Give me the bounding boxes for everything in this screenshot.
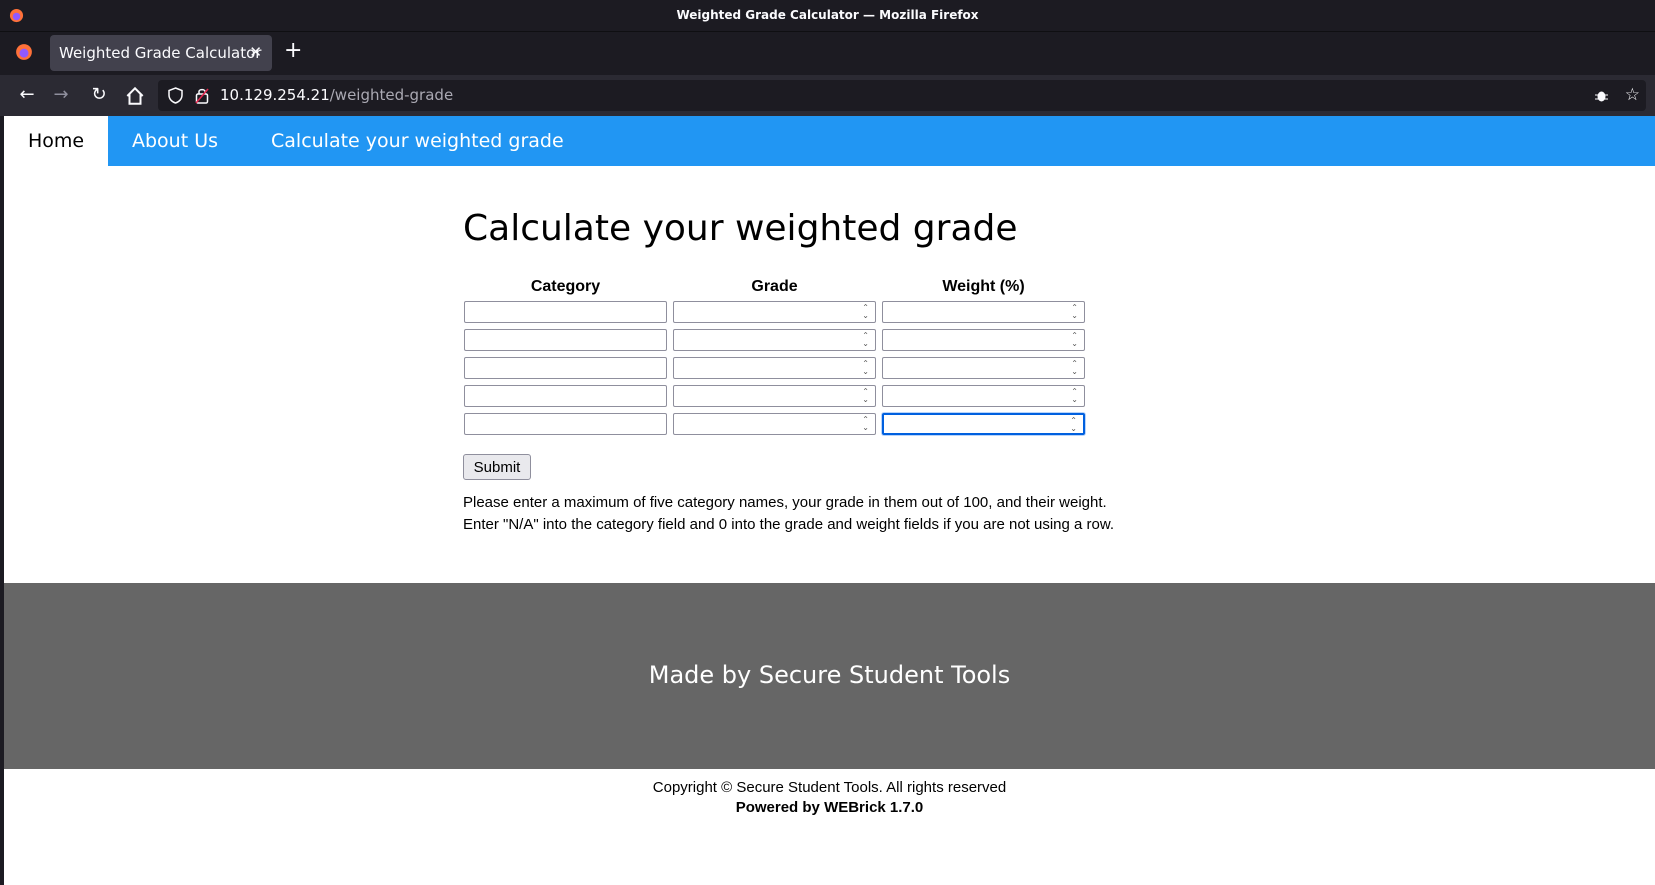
instructions-line-2: Enter "N/A" into the category field and … <box>463 516 1115 533</box>
nav-about-link[interactable]: About Us <box>108 116 242 166</box>
spinner-icon[interactable]: ⌃ ⌄ <box>1070 417 1077 433</box>
spinner-icon[interactable]: ⌃ ⌄ <box>1071 304 1078 320</box>
instructions-text: Please enter a maximum of five category … <box>463 492 1123 536</box>
weight-header: Weight (%) <box>942 278 1025 295</box>
forward-arrow-icon[interactable]: → <box>50 84 72 106</box>
category-input-4[interactable] <box>464 385 667 407</box>
spinner-icon[interactable]: ⌃ ⌄ <box>862 416 869 432</box>
firefox-view-icon[interactable] <box>15 43 33 61</box>
category-input-5[interactable] <box>464 413 667 435</box>
grade-header: Grade <box>751 278 798 295</box>
category-input-2[interactable] <box>464 329 667 351</box>
weight-input-4[interactable]: ⌃ ⌄ <box>882 385 1085 407</box>
bookmark-star-icon[interactable]: ☆ <box>1625 85 1640 105</box>
page-heading: Calculate your weighted grade <box>463 208 1018 249</box>
weight-input-5[interactable]: ⌃ ⌄ <box>882 413 1085 435</box>
tab-label: Weighted Grade Calculator <box>59 44 262 62</box>
window-titlebar: Weighted Grade Calculator — Mozilla Fire… <box>0 0 1655 31</box>
grade-input-2[interactable]: ⌃ ⌄ <box>673 329 876 351</box>
navigation-toolbar: ← → ↻ 10.129.254.21/weighted-grade ☆ <box>0 75 1655 116</box>
spinner-icon[interactable]: ⌃ ⌄ <box>1071 360 1078 376</box>
category-input-1[interactable] <box>464 301 667 323</box>
grade-input-1[interactable]: ⌃ ⌄ <box>673 301 876 323</box>
spinner-icon[interactable]: ⌃ ⌄ <box>862 304 869 320</box>
window-title: Weighted Grade Calculator — Mozilla Fire… <box>676 8 979 22</box>
url-path: /weighted-grade <box>329 86 454 104</box>
insecure-lock-icon[interactable] <box>195 87 209 104</box>
table-row: ⌃ ⌄ ⌃ ⌄ <box>463 384 1086 408</box>
spinner-icon[interactable]: ⌃ ⌄ <box>862 388 869 404</box>
url-bar[interactable]: 10.129.254.21/weighted-grade ☆ <box>158 80 1646 111</box>
weight-input-3[interactable]: ⌃ ⌄ <box>882 357 1085 379</box>
back-arrow-icon[interactable]: ← <box>16 84 38 106</box>
copyright-text: Copyright © Secure Student Tools. All ri… <box>652 779 1007 796</box>
grade-input-4[interactable]: ⌃ ⌄ <box>673 385 876 407</box>
close-tab-icon[interactable]: ✕ <box>249 43 262 61</box>
shield-icon[interactable] <box>168 87 183 104</box>
tab-strip: Weighted Grade Calculator ✕ + <box>0 31 1655 76</box>
category-input-3[interactable] <box>464 357 667 379</box>
tab-weighted-grade[interactable]: Weighted Grade Calculator ✕ <box>50 35 272 71</box>
home-icon[interactable] <box>124 85 146 107</box>
weight-input-2[interactable]: ⌃ ⌄ <box>882 329 1085 351</box>
submit-button[interactable]: Submit <box>463 454 531 480</box>
table-row: ⌃ ⌄ ⌃ ⌄ <box>463 328 1086 352</box>
reload-icon[interactable]: ↻ <box>88 84 110 106</box>
table-row: ⌃ ⌄ ⌃ ⌄ <box>463 300 1086 324</box>
nav-calculate-link[interactable]: Calculate your weighted grade <box>247 116 588 166</box>
extension-bug-icon[interactable] <box>1593 87 1610 104</box>
spinner-icon[interactable]: ⌃ ⌄ <box>862 332 869 348</box>
made-by-text: Made by Secure Student Tools <box>648 661 1011 689</box>
category-header: Category <box>530 278 601 295</box>
site-navbar: Home About Us Calculate your weighted gr… <box>4 116 1655 166</box>
grade-input-5[interactable]: ⌃ ⌄ <box>673 413 876 435</box>
new-tab-icon[interactable]: + <box>284 40 302 62</box>
page-footer: Copyright © Secure Student Tools. All ri… <box>4 779 1655 816</box>
weight-input-1[interactable]: ⌃ ⌄ <box>882 301 1085 323</box>
url-host: 10.129.254.21 <box>220 86 330 104</box>
footer-banner: Made by Secure Student Tools <box>4 583 1655 769</box>
spinner-icon[interactable]: ⌃ ⌄ <box>1071 332 1078 348</box>
instructions-line-1: Please enter a maximum of five category … <box>463 494 1107 511</box>
grade-form-table: Category Grade Weight (%) ⌃ ⌄ ⌃ ⌄ ⌃ ⌄ ⌃ ⌄ <box>459 274 1090 440</box>
grade-input-3[interactable]: ⌃ ⌄ <box>673 357 876 379</box>
web-page: Home About Us Calculate your weighted gr… <box>4 116 1655 885</box>
powered-by-text: Powered by WEBrick 1.7.0 <box>735 799 924 816</box>
table-row: ⌃ ⌄ ⌃ ⌄ <box>463 356 1086 380</box>
spinner-icon[interactable]: ⌃ ⌄ <box>1071 388 1078 404</box>
url-text[interactable]: 10.129.254.21/weighted-grade <box>220 86 453 104</box>
spinner-icon[interactable]: ⌃ ⌄ <box>862 360 869 376</box>
table-row: ⌃ ⌄ ⌃ ⌄ <box>463 412 1086 436</box>
nav-home-link[interactable]: Home <box>4 116 108 166</box>
